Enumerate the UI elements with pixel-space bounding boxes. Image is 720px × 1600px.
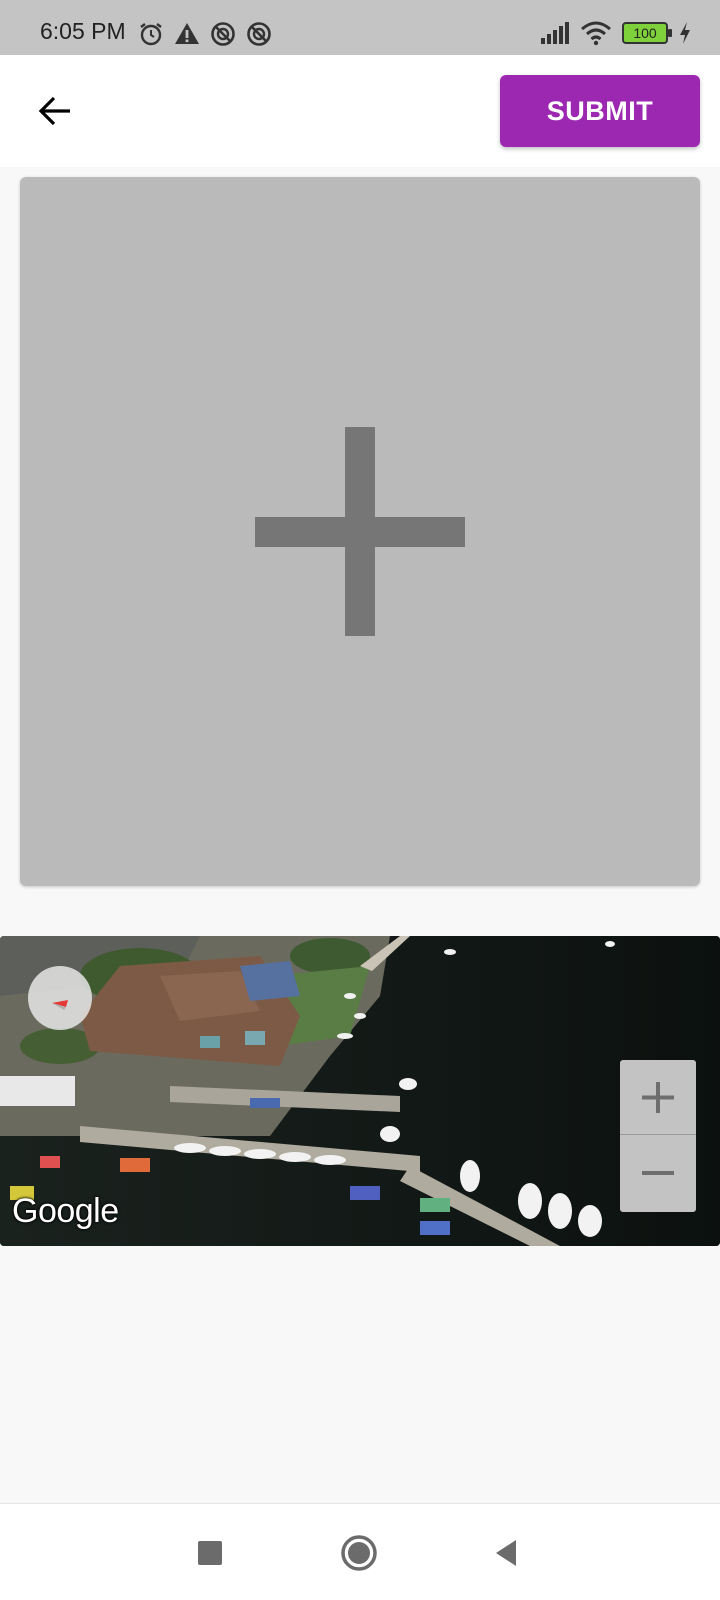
alarm-icon xyxy=(140,23,162,46)
status-bar: 6:05 PM 100 xyxy=(0,0,720,55)
status-icons-left xyxy=(137,20,273,48)
home-circle-icon xyxy=(341,1535,377,1571)
home-button[interactable] xyxy=(334,1528,384,1578)
recents-square-icon xyxy=(198,1541,222,1565)
plus-icon xyxy=(642,1082,674,1113)
battery-level: 100 xyxy=(633,25,657,41)
compass-icon xyxy=(52,1000,68,1010)
top-app-bar: SUBMIT xyxy=(0,55,720,167)
zoom-out-button[interactable] xyxy=(620,1136,696,1211)
signal-icon xyxy=(541,22,569,44)
back-triangle-icon xyxy=(496,1540,516,1566)
arrow-left-icon xyxy=(38,96,70,126)
submit-button[interactable]: SUBMIT xyxy=(500,75,700,147)
map-view[interactable]: Google xyxy=(0,936,720,1246)
compass-button[interactable] xyxy=(28,966,92,1030)
zoom-in-button[interactable] xyxy=(620,1060,696,1135)
sync-disabled-icon xyxy=(211,22,235,46)
sync-disabled-icon xyxy=(247,22,271,46)
google-attribution: Google xyxy=(12,1192,119,1230)
system-back-button[interactable] xyxy=(482,1528,532,1578)
status-time: 6:05 PM xyxy=(40,18,126,44)
minus-icon xyxy=(642,1171,674,1175)
map-zoom-controls xyxy=(620,1060,696,1212)
wifi-icon xyxy=(581,21,611,46)
battery-icon: 100 xyxy=(622,22,672,44)
back-button[interactable] xyxy=(30,89,82,133)
recents-button[interactable] xyxy=(185,1528,235,1578)
status-icons-right: 100 xyxy=(540,20,692,46)
add-photo-placeholder[interactable] xyxy=(20,177,700,886)
warning-icon xyxy=(175,23,199,44)
charging-icon xyxy=(680,22,690,44)
system-nav-bar xyxy=(0,1503,720,1600)
